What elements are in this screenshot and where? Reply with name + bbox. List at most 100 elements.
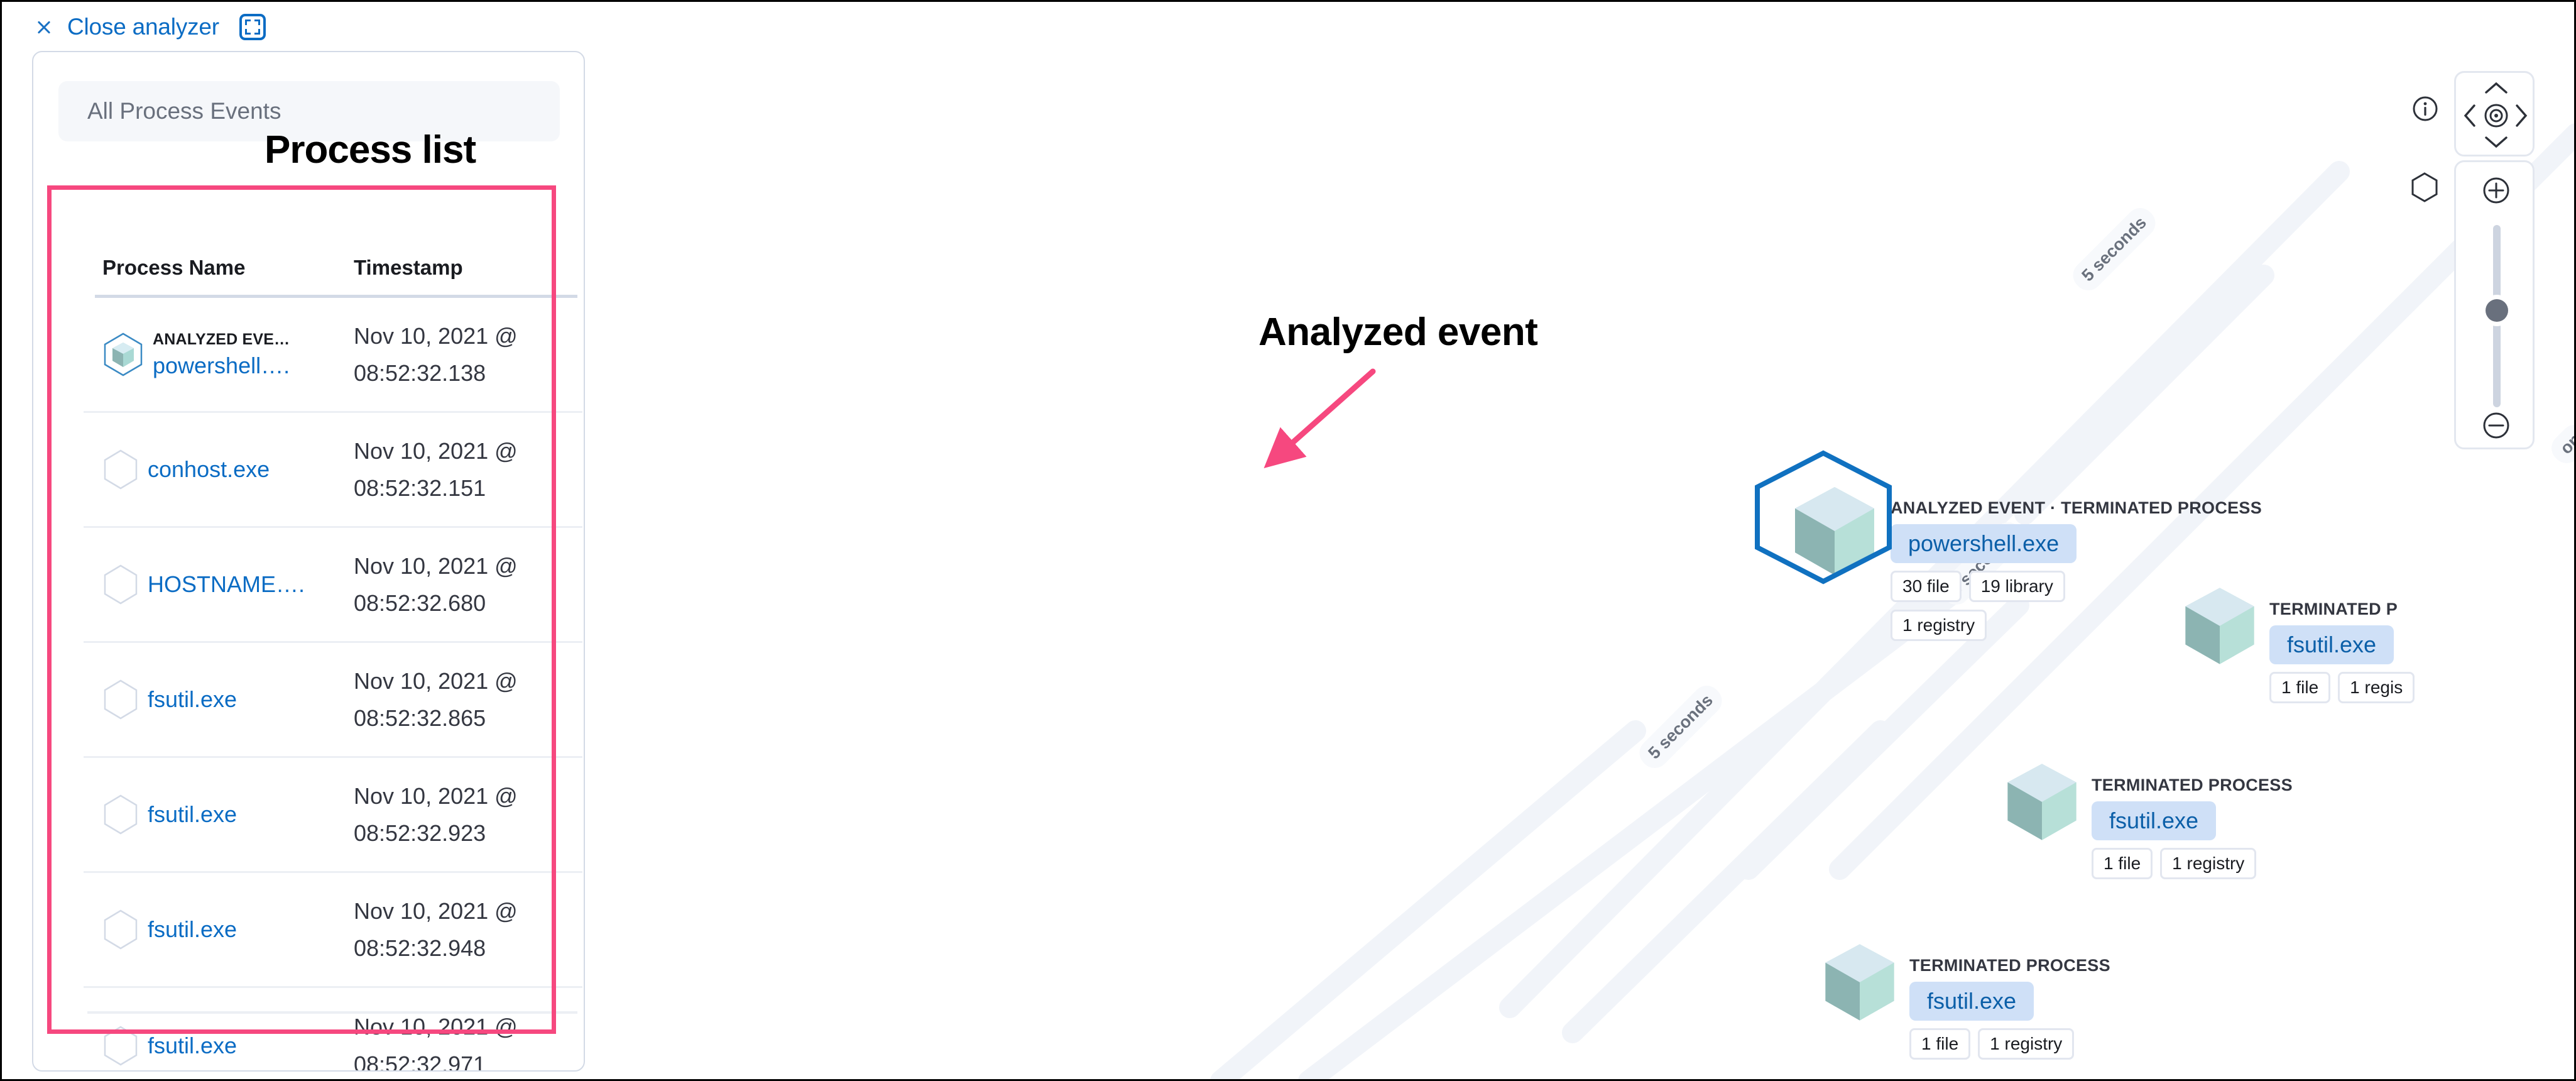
graph-edges — [1210, 123, 2574, 1079]
node-process-name[interactable]: fsutil.exe — [2287, 632, 2376, 657]
node-cube[interactable] — [2179, 583, 2261, 672]
node-tag-file[interactable]: 1 file — [2269, 672, 2331, 703]
hexagon-icon[interactable] — [2410, 172, 2439, 206]
table-bottom-divider — [87, 1011, 577, 1014]
timestamp-time: 08:52:32.923 — [354, 820, 486, 846]
analyzed-event-badge: ANALYZED EVE… — [153, 330, 290, 348]
node-process-pill[interactable]: fsutil.exe — [2269, 625, 2394, 664]
hexagon-outline-icon — [102, 564, 139, 605]
close-x-icon[interactable] — [35, 18, 53, 36]
timestamp-date: Nov 10, 2021 @ — [354, 552, 518, 579]
node-process-name[interactable]: fsutil.exe — [1927, 988, 2016, 1014]
cell-process-name: fsutil.exe — [102, 679, 354, 720]
timestamp-time: 08:52:32.865 — [354, 705, 486, 731]
table-row[interactable]: fsutil.exe Nov 10, 2021 @ 08:52:32.865 — [84, 643, 582, 758]
process-name-link[interactable]: fsutil.exe — [148, 801, 237, 828]
timestamp-date: Nov 10, 2021 @ — [354, 437, 518, 464]
graph-node-terminated-process[interactable]: TERMINATED PROCESS fsutil.exe 1 file 1 r… — [1819, 940, 2110, 1060]
process-list-panel: All Process Events Process Name Timestam… — [32, 51, 585, 1072]
node-tag-file[interactable]: 30 file — [1891, 571, 1962, 602]
node-tag-registry[interactable]: 1 regis — [2338, 672, 2415, 703]
process-name-link[interactable]: fsutil.exe — [148, 1033, 237, 1059]
cell-process-name: fsutil.exe — [102, 1026, 354, 1066]
cell-timestamp: Nov 10, 2021 @ 08:52:32.138 — [354, 317, 580, 392]
hexagon-outline-icon — [102, 679, 139, 720]
timestamp-date: Nov 10, 2021 @ — [354, 782, 518, 809]
node-tag-file[interactable]: 1 file — [2092, 848, 2153, 879]
fullscreen-corner-bl — [244, 29, 251, 35]
node-process-name[interactable]: powershell.exe — [1908, 530, 2059, 556]
cell-process-name: conhost.exe — [102, 449, 354, 490]
node-tag-file[interactable]: 1 file — [1909, 1028, 1971, 1060]
info-circle-icon[interactable] — [2411, 95, 2439, 126]
node-tag-library[interactable]: 19 library — [1968, 571, 2065, 602]
process-name-link[interactable]: HOSTNAME…. — [148, 571, 305, 598]
table-row[interactable]: conhost.exe Nov 10, 2021 @ 08:52:32.151 — [84, 413, 582, 528]
cell-process-name: fsutil.exe — [102, 909, 354, 950]
fullscreen-corner-br — [254, 29, 260, 35]
chevron-down-icon[interactable] — [2484, 134, 2509, 153]
node-meta: TERMINATED PROCESS fsutil.exe 1 file 1 r… — [1909, 940, 2110, 1060]
target-center-icon[interactable] — [2481, 101, 2511, 134]
graph-node-terminated-process[interactable]: TERMINATED PROCESS fsutil.exe 1 file 1 r… — [2001, 759, 2293, 879]
analyzer-topbar: Close analyzer — [2, 2, 2574, 52]
node-process-pill[interactable]: fsutil.exe — [2092, 801, 2217, 840]
process-name-link[interactable]: fsutil.exe — [148, 916, 237, 943]
timestamp-date: Nov 10, 2021 @ — [354, 667, 518, 694]
node-process-pill[interactable]: powershell.exe — [1891, 524, 2077, 563]
column-header-process-name[interactable]: Process Name — [102, 256, 354, 280]
process-tree-graph[interactable]: 5 seconds 5 seconds 5 seconds on ANALYZE… — [605, 52, 2574, 1079]
node-meta: TERMINATED P fsutil.exe 1 file 1 regis — [2269, 583, 2415, 703]
minus-circle-icon[interactable] — [2482, 411, 2511, 443]
timestamp-date: Nov 10, 2021 @ — [354, 322, 518, 349]
timestamp-date: Nov 10, 2021 @ — [354, 897, 518, 924]
table-row[interactable]: HOSTNAME…. Nov 10, 2021 @ 08:52:32.680 — [84, 528, 582, 643]
chevron-right-icon[interactable] — [2514, 103, 2529, 131]
table-row[interactable]: fsutil.exe Nov 10, 2021 @ 08:52:32.948 — [84, 873, 582, 988]
timestamp-time: 08:52:32.680 — [354, 590, 486, 616]
node-tag-registry[interactable]: 1 registry — [1978, 1028, 2075, 1060]
process-name-link[interactable]: powershell…. — [153, 353, 290, 379]
close-analyzer-button[interactable]: Close analyzer — [67, 14, 219, 40]
node-tag-registry[interactable]: 1 registry — [2160, 848, 2257, 879]
annotation-process-list: Process list — [265, 128, 476, 172]
cell-timestamp: Nov 10, 2021 @ 08:52:32.971 — [354, 1008, 580, 1070]
fullscreen-corner-tl — [244, 19, 251, 25]
cell-process-name: ANALYZED EVE… powershell…. — [102, 331, 354, 379]
cell-process-name: fsutil.exe — [102, 794, 354, 835]
graph-node-terminated-process[interactable]: TERMINATED P fsutil.exe 1 file 1 regis — [2179, 583, 2415, 703]
table-row[interactable]: ANALYZED EVE… powershell…. Nov 10, 2021 … — [84, 298, 582, 413]
node-tags: 1 file 1 registry — [2092, 848, 2293, 879]
table-header-row: Process Name Timestamp — [84, 241, 582, 295]
plus-circle-icon[interactable] — [2482, 176, 2511, 208]
column-header-timestamp[interactable]: Timestamp — [354, 256, 580, 280]
pan-control-pad[interactable] — [2454, 71, 2535, 156]
hexagon-outline-icon — [102, 449, 139, 490]
node-tags: 1 file 1 regis — [2269, 672, 2415, 703]
chevron-up-icon[interactable] — [2484, 80, 2509, 99]
node-tag-registry[interactable]: 1 registry — [1891, 610, 1987, 641]
node-cube[interactable] — [1819, 940, 1901, 1028]
annotation-arrow-icon — [1263, 368, 1376, 468]
fullscreen-icon[interactable] — [239, 14, 266, 40]
process-name-link[interactable]: fsutil.exe — [148, 686, 237, 713]
chevron-left-icon[interactable] — [2462, 103, 2477, 131]
cell-timestamp: Nov 10, 2021 @ 08:52:32.948 — [354, 892, 580, 967]
node-kind-label: TERMINATED PROCESS — [2092, 776, 2293, 794]
cell-timestamp: Nov 10, 2021 @ 08:52:32.151 — [354, 432, 580, 507]
cube-icon — [2007, 764, 2077, 840]
table-row[interactable]: fsutil.exe Nov 10, 2021 @ 08:52:32.923 — [84, 758, 582, 873]
node-process-name[interactable]: fsutil.exe — [2109, 808, 2198, 833]
process-name-link[interactable]: conhost.exe — [148, 456, 270, 483]
node-cube[interactable] — [1755, 450, 1892, 584]
selected-hexagon-ring — [1751, 449, 1896, 588]
cell-timestamp: Nov 10, 2021 @ 08:52:32.923 — [354, 777, 580, 852]
analyzer-window: Close analyzer All Process Events Proces… — [0, 0, 2576, 1081]
zoom-control-pad[interactable] — [2454, 160, 2535, 449]
hexagon-outline-icon — [102, 1026, 139, 1066]
table-row[interactable]: fsutil.exe Nov 10, 2021 @ 08:52:32.971 — [84, 988, 582, 1070]
node-cube[interactable] — [2001, 759, 2083, 848]
node-tags: 30 file 19 library 1 registry — [1891, 571, 2098, 641]
zoom-slider-thumb[interactable] — [2486, 299, 2508, 322]
node-process-pill[interactable]: fsutil.exe — [1909, 982, 2034, 1021]
